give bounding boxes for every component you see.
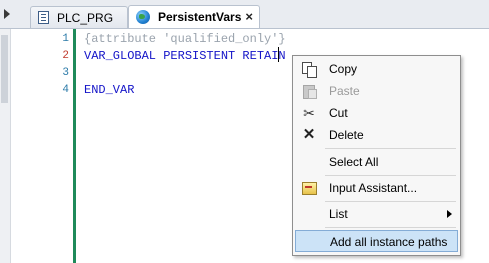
menu-item-label: Input Assistant...	[329, 181, 418, 195]
close-tab-icon[interactable]: ×	[245, 10, 253, 23]
line-number: 1	[62, 33, 69, 45]
tab-plc-prg[interactable]: PLC_PRG	[30, 6, 128, 28]
copy-icon	[301, 61, 317, 78]
menu-item-label: Paste	[329, 84, 360, 98]
scrollbar-thumb[interactable]	[1, 35, 8, 103]
menu-item-label: List	[329, 207, 348, 221]
menu-item-label: Select All	[329, 155, 379, 169]
line-number: 2	[62, 50, 69, 62]
cut-icon: ✂	[303, 105, 315, 121]
menu-item-label: Copy	[329, 62, 358, 76]
menu-item-select-all[interactable]: Select All	[295, 151, 458, 173]
menu-item-copy[interactable]: Copy	[295, 58, 458, 80]
line-number: 3	[62, 67, 69, 79]
editor-left-scrollbar[interactable]	[0, 29, 11, 263]
code-line-end-var[interactable]: END_VAR	[84, 83, 134, 97]
delete-icon: ✕	[302, 126, 316, 143]
code-line-attribute[interactable]: {attribute 'qualified_only'}	[84, 32, 286, 46]
line-number-gutter: 1 2 3 4	[11, 29, 75, 263]
menu-item-label: Delete	[329, 128, 364, 142]
menu-separator	[325, 175, 456, 176]
input-assistant-icon	[301, 180, 317, 196]
code-line-var-global[interactable]: VAR_GLOBAL PERSISTENT RETAIN	[84, 49, 286, 63]
menu-separator	[325, 148, 456, 149]
globe-icon	[136, 10, 150, 24]
tab-label: PersistentVars	[158, 10, 242, 24]
menu-separator	[325, 227, 456, 228]
menu-item-list[interactable]: List	[295, 203, 458, 225]
tab-persistentvars[interactable]: PersistentVars ×	[128, 5, 260, 28]
paste-icon	[301, 83, 317, 99]
menu-item-delete[interactable]: ✕ Delete	[295, 124, 458, 146]
menu-item-add-all-instance-paths[interactable]: Add all instance paths	[295, 230, 458, 252]
menu-item-paste[interactable]: Paste	[295, 80, 458, 102]
tab-scroll-left-icon[interactable]	[4, 9, 10, 19]
change-indicator-bar	[73, 29, 76, 263]
line-number: 4	[62, 84, 69, 96]
tab-label: PLC_PRG	[57, 10, 114, 25]
menu-item-input-assistant[interactable]: Input Assistant...	[295, 177, 458, 199]
submenu-arrow-icon	[447, 210, 452, 218]
editor-tab-strip: PLC_PRG PersistentVars ×	[0, 0, 489, 29]
context-menu: Copy Paste ✂ Cut ✕ Delete Select All Inp…	[292, 55, 461, 256]
menu-item-label: Cut	[329, 106, 348, 120]
menu-item-label: Add all instance paths	[330, 235, 448, 249]
program-icon	[38, 11, 49, 24]
menu-separator	[325, 201, 456, 202]
menu-item-cut[interactable]: ✂ Cut	[295, 102, 458, 124]
text-caret	[278, 47, 279, 62]
